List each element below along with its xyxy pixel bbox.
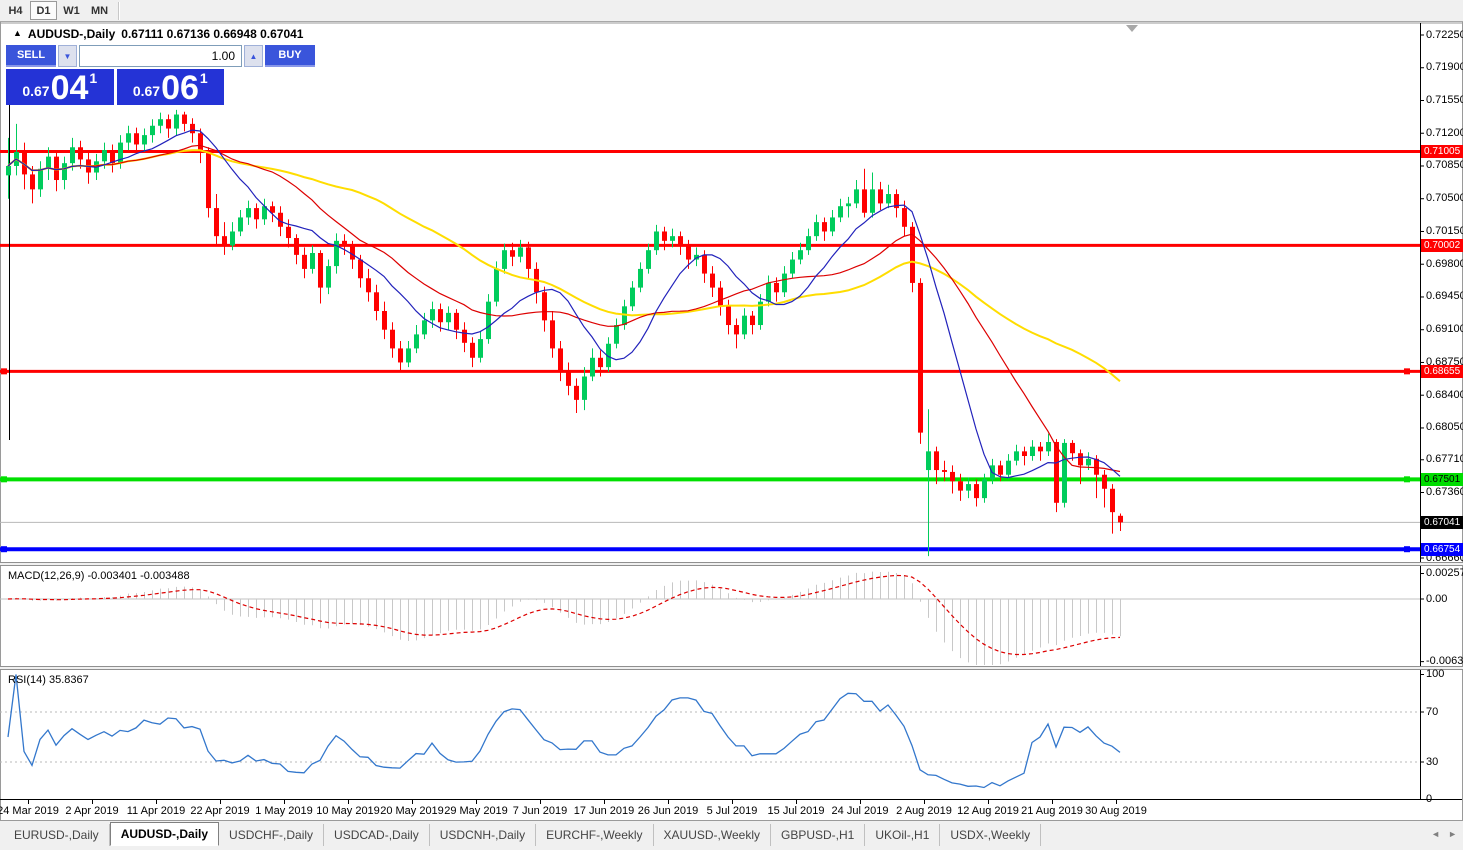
price-tick-label: 0.69100 [1426, 323, 1463, 335]
toolbar-separator [118, 2, 120, 20]
tab-scroll-left-icon[interactable]: ◄ [1431, 829, 1440, 839]
rsi-tick-label: 0 [1426, 793, 1432, 805]
buy-price-pip-fraction: 1 [200, 70, 208, 86]
tab-ukoil-h1[interactable]: UKOil-,H1 [865, 824, 940, 846]
date-label: 21 Aug 2019 [1021, 805, 1083, 817]
date-label: 1 May 2019 [255, 805, 312, 817]
price-tick-label: 0.69800 [1426, 258, 1463, 270]
price-tick-label: 0.70500 [1426, 192, 1463, 204]
one-click-trade-panel: SELL ▼ ▲ BUY 0.67 04 1 0.67 06 1 [6, 45, 224, 105]
tab-usdcad-daily[interactable]: USDCAD-,Daily [324, 824, 430, 846]
date-label: 17 Jun 2019 [574, 805, 635, 817]
price-tick-label: 0.71200 [1426, 127, 1463, 139]
sell-price-pip-fraction: 1 [89, 70, 97, 86]
macd-tick-label: 0.00 [1426, 593, 1447, 605]
chart-symbol-label: AUDUSD-,Daily [28, 27, 115, 41]
rsi-tick-label: 70 [1426, 706, 1438, 718]
tab-gbpusd-h1[interactable]: GBPUSD-,H1 [771, 824, 865, 846]
tab-usdx-weekly[interactable]: USDX-,Weekly [940, 824, 1041, 846]
chart-tab-bar: EURUSD-,DailyAUDUSD-,DailyUSDCHF-,DailyU… [0, 820, 1463, 846]
date-label: 26 Jun 2019 [638, 805, 699, 817]
timeframe-button-w1[interactable]: W1 [58, 1, 85, 20]
price-tag-level: 0.68655 [1421, 365, 1463, 378]
price-tag-level: 0.66754 [1421, 543, 1463, 556]
sell-price-prefix: 0.67 [22, 83, 49, 99]
date-label: 2 Aug 2019 [896, 805, 952, 817]
price-tick-label: 0.72250 [1426, 29, 1463, 41]
price-tick-label: 0.67360 [1426, 486, 1463, 498]
timeframe-button-d1[interactable]: D1 [30, 1, 57, 20]
volume-input[interactable] [79, 45, 242, 67]
macd-tick-label: -0.006326 [1426, 655, 1463, 667]
price-tick-label: 0.69450 [1426, 290, 1463, 302]
macd-tick-label: 0.002574 [1426, 567, 1463, 579]
date-label: 11 Apr 2019 [127, 805, 186, 817]
tab-eurusd-daily[interactable]: EURUSD-,Daily [4, 824, 110, 846]
price-tag-level: 0.67501 [1421, 473, 1463, 486]
date-label: 29 May 2019 [444, 805, 508, 817]
tab-usdchf-daily[interactable]: USDCHF-,Daily [219, 824, 324, 846]
chart-ohlc-values: 0.67111 0.67136 0.66948 0.67041 [121, 27, 303, 41]
buy-button[interactable]: BUY [265, 45, 315, 67]
trading-platform-window: H4D1W1MN ▲ AUDUSD-,Daily 0.67111 0.67136… [0, 0, 1463, 850]
price-tick-label: 0.68400 [1426, 389, 1463, 401]
buy-price-panel[interactable]: 0.67 06 1 [117, 69, 225, 105]
price-tick-label: 0.71550 [1426, 94, 1463, 106]
status-strip [0, 846, 1463, 850]
rsi-tick-label: 100 [1426, 668, 1444, 680]
price-tick-label: 0.70150 [1426, 225, 1463, 237]
timeframe-toolbar: H4D1W1MN [0, 0, 1463, 22]
sell-price-big-digits: 04 [51, 73, 89, 103]
price-tag-current: 0.67041 [1421, 516, 1463, 529]
price-tick-label: 0.67710 [1426, 453, 1463, 465]
buy-price-prefix: 0.67 [133, 83, 160, 99]
tab-scroll-buttons: ◄► [1431, 829, 1457, 839]
tab-eurchf-weekly[interactable]: EURCHF-,Weekly [536, 824, 653, 846]
timeframe-button-h4[interactable]: H4 [2, 1, 29, 20]
rsi-indicator-label: RSI(14) 35.8367 [8, 674, 89, 686]
price-tick-label: 0.68050 [1426, 421, 1463, 433]
price-tag-level: 0.71005 [1421, 145, 1463, 158]
volume-decrease-button[interactable]: ▼ [58, 45, 77, 67]
tab-usdcnh-daily[interactable]: USDCNH-,Daily [430, 824, 536, 846]
date-label: 10 May 2019 [316, 805, 380, 817]
buy-price-big-digits: 06 [161, 73, 199, 103]
timeframe-button-mn[interactable]: MN [86, 1, 113, 20]
price-tick-label: 0.71900 [1426, 61, 1463, 73]
sell-button[interactable]: SELL [6, 45, 56, 67]
date-label: 22 Apr 2019 [190, 805, 249, 817]
tab-audusd-daily[interactable]: AUDUSD-,Daily [110, 822, 219, 846]
price-tag-level: 0.70002 [1421, 239, 1463, 252]
chart-title: ▲ AUDUSD-,Daily 0.67111 0.67136 0.66948 … [13, 27, 303, 41]
tab-scroll-right-icon[interactable]: ► [1448, 829, 1457, 839]
date-label: 30 Aug 2019 [1085, 805, 1147, 817]
date-label: 24 Jul 2019 [832, 805, 889, 817]
date-label: 20 May 2019 [380, 805, 444, 817]
date-label: 24 Mar 2019 [0, 805, 59, 817]
macd-indicator-label: MACD(12,26,9) -0.003401 -0.003488 [8, 570, 190, 582]
collapse-panel-icon[interactable]: ▲ [13, 28, 22, 38]
price-tick-label: 0.70850 [1426, 159, 1463, 171]
date-label: 15 Jul 2019 [768, 805, 825, 817]
sell-price-panel[interactable]: 0.67 04 1 [6, 69, 114, 105]
tab-xauusd-weekly[interactable]: XAUUSD-,Weekly [654, 824, 771, 846]
chart-window [0, 22, 1463, 850]
rsi-tick-label: 30 [1426, 756, 1438, 768]
date-label: 2 Apr 2019 [65, 805, 118, 817]
volume-increase-button[interactable]: ▲ [244, 45, 263, 67]
date-label: 12 Aug 2019 [957, 805, 1019, 817]
date-label: 5 Jul 2019 [707, 805, 758, 817]
date-label: 7 Jun 2019 [513, 805, 567, 817]
